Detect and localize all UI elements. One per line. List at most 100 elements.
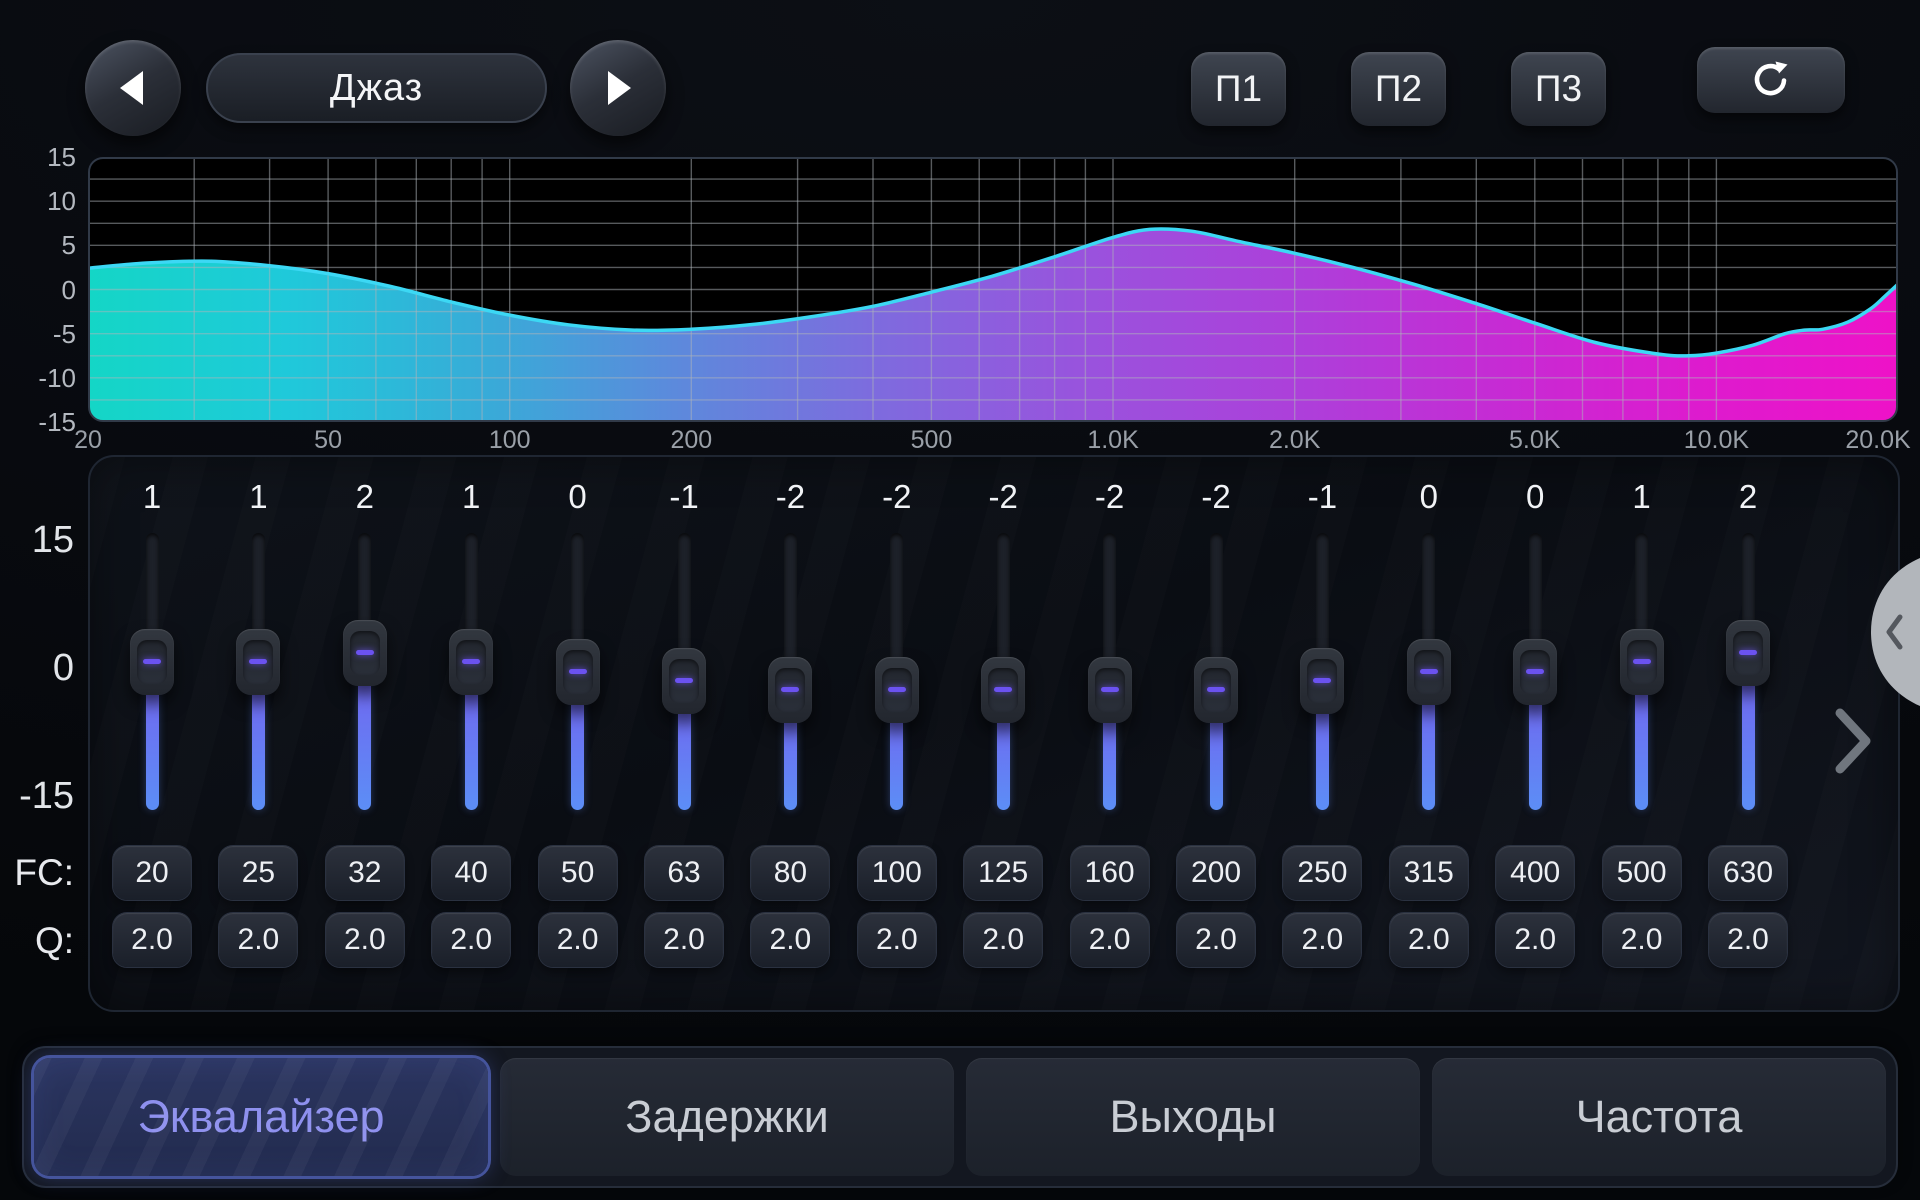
band-gain-value: 1 [418,477,524,517]
preset-memory-button-2[interactable]: П2 [1351,52,1446,126]
graph-x-tick: 20.0K [1813,426,1920,454]
eq-band-slider-thumb[interactable] [1407,639,1451,705]
tab-equalizer[interactable]: Эквалайзер [34,1058,488,1176]
eq-band-slider-thumb[interactable] [875,657,919,723]
band-q-chip[interactable]: 2.0 [751,913,829,967]
slider-thumb-dash [143,659,161,664]
band-fc-chip[interactable]: 250 [1283,846,1361,900]
slider-thumb-dash [462,659,480,664]
band-q-chip[interactable]: 2.0 [645,913,723,967]
slider-scale-label: -15 [0,774,74,818]
eq-band-slider-thumb[interactable] [236,629,280,695]
edge-pull-flap[interactable] [1858,556,1920,708]
eq-band-slider-thumb[interactable] [1620,629,1664,695]
graph-x-tick: 2.0K [1230,426,1360,454]
band-fc-chip[interactable]: 32 [326,846,404,900]
slider-thumb-dash [1633,659,1651,664]
chevron-right-icon [1832,708,1876,774]
band-gain-value: 0 [1376,477,1482,517]
band-fc-chip[interactable]: 25 [219,846,297,900]
band-q-chip[interactable]: 2.0 [1177,913,1255,967]
band-q-chip[interactable]: 2.0 [432,913,510,967]
left-triangle-icon [112,67,154,109]
band-fc-chip[interactable]: 100 [858,846,936,900]
preset-memory-button-3[interactable]: П3 [1511,52,1606,126]
eq-band-slider-thumb[interactable] [1300,648,1344,714]
preset-memory-button-1[interactable]: П1 [1191,52,1286,126]
slider-thumb-dash [994,687,1012,692]
graph-y-tick: -5 [0,319,76,349]
equalizer-screen: Джаз П1П2П3 151050-5-10-15 2050100200500… [0,0,1920,1200]
next-bands-chevron-button[interactable] [1832,708,1876,774]
band-gain-value: -1 [631,477,737,517]
reset-button[interactable] [1697,47,1845,113]
band-q-chip[interactable]: 2.0 [326,913,404,967]
eq-band-slider-thumb[interactable] [768,657,812,723]
band-q-chip[interactable]: 2.0 [113,913,191,967]
band-fc-chip[interactable]: 63 [645,846,723,900]
next-preset-button[interactable] [570,40,666,136]
graph-x-tick: 10.0K [1651,426,1781,454]
band-gain-value: 2 [312,477,418,517]
band-gain-value: 0 [1482,477,1588,517]
band-q-chip[interactable]: 2.0 [219,913,297,967]
band-fc-chip[interactable]: 80 [751,846,829,900]
band-fc-chip[interactable]: 160 [1071,846,1149,900]
band-fc-chip[interactable]: 40 [432,846,510,900]
graph-y-tick: -10 [0,363,76,393]
refresh-icon [1749,58,1793,102]
band-fc-chip[interactable]: 315 [1390,846,1468,900]
band-fc-chip[interactable]: 400 [1496,846,1574,900]
previous-preset-button[interactable] [85,40,181,136]
band-q-chip[interactable]: 2.0 [1071,913,1149,967]
band-q-chip[interactable]: 2.0 [539,913,617,967]
band-q-chip[interactable]: 2.0 [1283,913,1361,967]
preset-name-display[interactable]: Джаз [206,53,547,123]
graph-x-tick: 5.0K [1470,426,1600,454]
graph-y-tick: 0 [0,275,76,305]
tab-frequency[interactable]: Частота [1432,1058,1886,1176]
slider-thumb-dash [1207,687,1225,692]
band-fc-chip[interactable]: 50 [539,846,617,900]
band-fc-chip[interactable]: 200 [1177,846,1255,900]
eq-band-slider-thumb[interactable] [130,629,174,695]
band-gain-value: 0 [525,477,631,517]
eq-band-slider-thumb[interactable] [981,657,1025,723]
band-gain-value: -1 [1269,477,1375,517]
graph-x-tick: 200 [626,426,756,454]
eq-band-slider-thumb[interactable] [1513,639,1557,705]
band-q-chip[interactable]: 2.0 [964,913,1042,967]
band-fc-chip[interactable]: 125 [964,846,1042,900]
band-gain-value: 1 [99,477,205,517]
eq-band-slider-thumb[interactable] [343,620,387,686]
band-gain-value: 2 [1695,477,1801,517]
band-fc-chip[interactable]: 500 [1603,846,1681,900]
band-q-chip[interactable]: 2.0 [1390,913,1468,967]
band-gain-value: 1 [205,477,311,517]
slider-thumb-dash [569,669,587,674]
eq-band-slider-thumb[interactable] [1726,620,1770,686]
eq-band-slider-thumb[interactable] [556,639,600,705]
band-q-chip[interactable]: 2.0 [1496,913,1574,967]
tab-delays[interactable]: Задержки [500,1058,954,1176]
slider-scale-label: 15 [0,518,74,562]
right-triangle-icon [597,67,639,109]
band-gain-value: -2 [844,477,950,517]
band-gain-value: 1 [1589,477,1695,517]
slider-thumb-dash [888,687,906,692]
eq-band-slider-thumb[interactable] [1088,657,1132,723]
slider-thumb-dash [1420,669,1438,674]
graph-y-tick: 10 [0,186,76,216]
eq-band-slider-thumb[interactable] [1194,657,1238,723]
tab-outputs[interactable]: Выходы [966,1058,1420,1176]
band-q-chip[interactable]: 2.0 [858,913,936,967]
graph-y-tick: 15 [0,142,76,172]
eq-band-slider-thumb[interactable] [449,629,493,695]
band-q-chip[interactable]: 2.0 [1603,913,1681,967]
graph-x-tick: 50 [263,426,393,454]
band-q-chip[interactable]: 2.0 [1709,913,1787,967]
band-fc-chip[interactable]: 630 [1709,846,1787,900]
band-fc-chip[interactable]: 20 [113,846,191,900]
bottom-tab-bar: ЭквалайзерЗадержкиВыходыЧастота [22,1046,1898,1188]
eq-band-slider-thumb[interactable] [662,648,706,714]
